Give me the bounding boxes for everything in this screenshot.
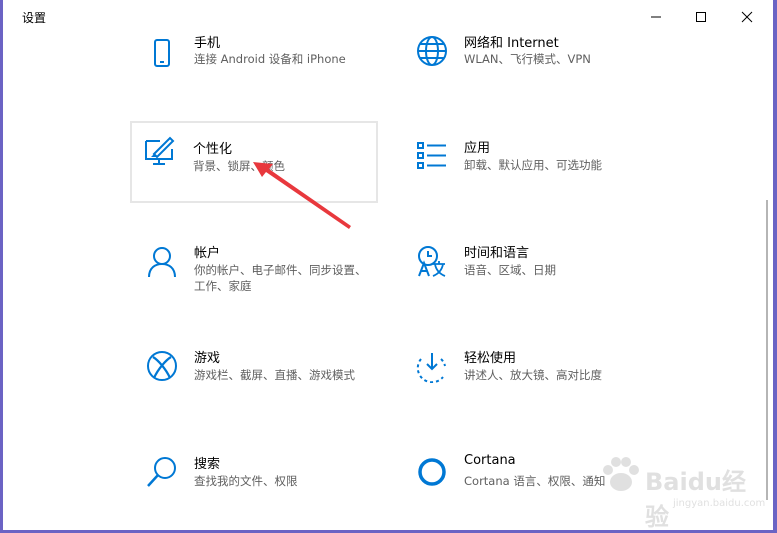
tile-title: 游戏: [194, 351, 221, 366]
tile-ease-of-access[interactable]: 轻松使用 讲述人、放大镜、高对比度: [403, 337, 651, 419]
vertical-scrollbar[interactable]: [766, 200, 768, 500]
watermark-url: jingyan.baidu.com: [673, 498, 766, 509]
close-icon: [741, 11, 753, 23]
baidu-paw-icon: [603, 457, 639, 491]
apps-list-icon: [417, 142, 446, 169]
xbox-icon: [147, 351, 177, 381]
person-icon: [148, 247, 176, 278]
tile-description: 连接 Android 设备和 iPhone: [194, 52, 346, 66]
tile-phone[interactable]: 手机 连接 Android 设备和 iPhone: [133, 22, 381, 104]
tile-title: 搜索: [194, 457, 221, 472]
tile-title: 应用: [464, 141, 491, 156]
tile-apps[interactable]: 应用 卸载、默认应用、可选功能: [403, 127, 651, 209]
maximize-icon: [696, 12, 706, 22]
close-button[interactable]: [724, 0, 770, 34]
tile-search[interactable]: 搜索 查找我的文件、权限: [133, 443, 381, 525]
window-title: 设置: [22, 11, 47, 25]
tile-description: 游戏栏、截屏、直播、游戏模式: [194, 368, 355, 382]
tile-description: 讲述人、放大镜、高对比度: [464, 368, 602, 382]
paint-monitor-icon: [145, 136, 175, 165]
tile-description: 查找我的文件、权限: [194, 474, 298, 488]
search-icon: [147, 457, 176, 487]
minimize-icon: [651, 16, 661, 18]
tile-description: 卸载、默认应用、可选功能: [464, 158, 602, 172]
annotation-arrow: [253, 162, 351, 229]
watermark-text: Baidu经验: [645, 468, 746, 530]
tile-description: 你的帐户、电子邮件、同步设置、工作、家庭: [194, 263, 367, 293]
watermark: Baidu经验 jingyan.baidu.com: [593, 448, 766, 530]
time-language-icon: [418, 246, 446, 277]
tile-title: 时间和语言: [464, 246, 530, 261]
tile-time-language[interactable]: 时间和语言 语音、区域、日期: [403, 232, 651, 314]
tile-title: 轻松使用: [464, 351, 517, 366]
tile-network[interactable]: 网络和 Internet WLAN、飞行模式、VPN: [403, 22, 651, 104]
tile-title: 帐户: [194, 246, 221, 261]
tile-description: WLAN、飞行模式、VPN: [464, 52, 591, 66]
tile-title: 网络和 Internet: [464, 36, 559, 51]
tile-title: 个性化: [193, 142, 233, 157]
tile-title: 手机: [194, 36, 221, 51]
tile-accounts[interactable]: 帐户 你的帐户、电子邮件、同步设置、工作、家庭: [133, 232, 381, 314]
globe-icon: [417, 36, 447, 66]
tile-description: 语音、区域、日期: [464, 263, 556, 277]
settings-window: 设置 手机 连接 Android 设备和 iPhone 网络和 Internet…: [3, 0, 773, 530]
phone-icon: [154, 39, 170, 67]
cortana-icon: [418, 458, 446, 486]
tile-gaming[interactable]: 游戏 游戏栏、截屏、直播、游戏模式: [133, 337, 381, 419]
ease-of-access-icon: [416, 353, 446, 383]
maximize-button[interactable]: [678, 0, 724, 34]
tile-title: Cortana: [464, 453, 516, 468]
title-bar: 设置: [3, 0, 773, 34]
